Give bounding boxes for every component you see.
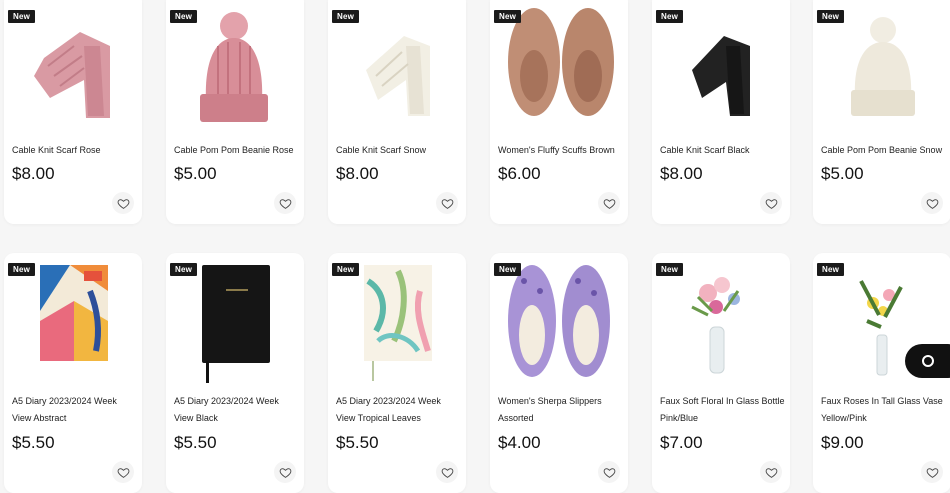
wishlist-heart-icon[interactable] [112,192,134,214]
product-price: $8.00 [336,164,379,183]
wishlist-heart-icon[interactable] [436,192,458,214]
new-badge: New [817,10,845,23]
new-badge: New [8,10,36,23]
product-name[interactable]: Cable Pom Pom Beanie Rose [174,142,300,159]
product-price: $5.50 [336,433,379,452]
product-price: $8.00 [12,164,55,183]
product-card[interactable]: New Cable Knit Scarf Snow $8.00 [328,0,466,224]
pink-beanie-image[interactable] [166,6,304,124]
abstract-diary-image[interactable] [4,261,142,387]
chat-button[interactable] [905,344,950,378]
new-badge: New [170,10,198,23]
wishlist-heart-icon[interactable] [274,192,296,214]
product-grid: New Cable Knit Scarf Rose $8.00 New Cabl… [0,0,950,493]
product-card[interactable]: New A5 Diary 2023/2024 Week View Black $… [166,253,304,493]
product-price: $5.00 [821,164,864,183]
product-name[interactable]: A5 Diary 2023/2024 Week View Abstract [12,393,138,427]
product-price: $5.50 [174,433,217,452]
wishlist-heart-icon[interactable] [112,461,134,483]
product-card[interactable]: New Women's Sherpa Slippers Assorted $4.… [490,253,628,493]
pink-scarf-image[interactable] [4,6,142,124]
new-badge: New [8,263,36,276]
product-card[interactable]: New Cable Pom Pom Beanie Snow $5.00 [813,0,950,224]
product-card[interactable]: New Cable Pom Pom Beanie Rose $5.00 [166,0,304,224]
product-name[interactable]: Women's Fluffy Scuffs Brown [498,142,624,159]
purple-slippers-image[interactable] [490,261,628,387]
wishlist-heart-icon[interactable] [760,192,782,214]
black-scarf-image[interactable] [652,6,790,124]
new-badge: New [656,10,684,23]
product-name[interactable]: Faux Soft Floral In Glass Bottle Pink/Bl… [660,393,786,427]
new-badge: New [494,263,522,276]
wishlist-heart-icon[interactable] [760,461,782,483]
product-name[interactable]: Women's Sherpa Slippers Assorted [498,393,624,427]
product-name[interactable]: A5 Diary 2023/2024 Week View Black [174,393,300,427]
wishlist-heart-icon[interactable] [921,192,943,214]
product-name[interactable]: A5 Diary 2023/2024 Week View Tropical Le… [336,393,462,427]
white-beanie-image[interactable] [813,6,950,124]
floral-bottle-image[interactable] [652,261,790,387]
new-badge: New [332,263,360,276]
product-name[interactable]: Cable Pom Pom Beanie Snow [821,142,947,159]
product-name[interactable]: Cable Knit Scarf Snow [336,142,462,159]
wishlist-heart-icon[interactable] [274,461,296,483]
product-price: $5.00 [174,164,217,183]
wishlist-heart-icon[interactable] [921,461,943,483]
product-card[interactable]: New Women's Fluffy Scuffs Brown $6.00 [490,0,628,224]
wishlist-heart-icon[interactable] [598,192,620,214]
product-card[interactable]: New Cable Knit Scarf Rose $8.00 [4,0,142,224]
tropical-diary-image[interactable] [328,261,466,387]
chat-icon [922,355,934,367]
wishlist-heart-icon[interactable] [436,461,458,483]
product-name[interactable]: Cable Knit Scarf Black [660,142,786,159]
new-badge: New [656,263,684,276]
brown-slippers-image[interactable] [490,6,628,124]
product-name[interactable]: Cable Knit Scarf Rose [12,142,138,159]
product-price: $7.00 [660,433,703,452]
product-price: $6.00 [498,164,541,183]
product-name[interactable]: Faux Roses In Tall Glass Vase Yellow/Pin… [821,393,947,427]
new-badge: New [170,263,198,276]
product-card[interactable]: New Faux Soft Floral In Glass Bottle Pin… [652,253,790,493]
new-badge: New [332,10,360,23]
black-diary-image[interactable] [166,261,304,387]
product-price: $4.00 [498,433,541,452]
wishlist-heart-icon[interactable] [598,461,620,483]
white-scarf-image[interactable] [328,6,466,124]
new-badge: New [817,263,845,276]
product-card[interactable]: New A5 Diary 2023/2024 Week View Abstrac… [4,253,142,493]
product-card[interactable]: New A5 Diary 2023/2024 Week View Tropica… [328,253,466,493]
new-badge: New [494,10,522,23]
product-price: $8.00 [660,164,703,183]
product-price: $5.50 [12,433,55,452]
product-card[interactable]: New Cable Knit Scarf Black $8.00 [652,0,790,224]
product-price: $9.00 [821,433,864,452]
